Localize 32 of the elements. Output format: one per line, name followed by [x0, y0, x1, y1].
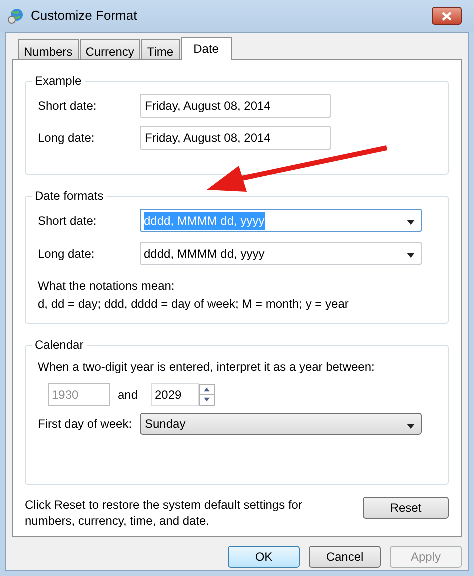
tab[interactable]: Numbers: [18, 39, 79, 59]
reset-note: Click Reset to restore the system default settings for numbers, currency, time, and date.: [25, 497, 304, 529]
notations-text: d, dd = day; ddd, dddd = day of week; M = month; y = year: [37, 296, 350, 313]
dialog-button[interactable]: Cancel: [309, 546, 381, 568]
format-combo[interactable]: dddd, MMMM dd, yyyy: [140, 242, 422, 265]
notations-title: What the notations mean:: [37, 278, 176, 295]
field-label: Short date:: [37, 212, 98, 230]
window-title: Customize Format: [31, 7, 138, 26]
field-label: Long date:: [37, 246, 96, 262]
close-icon: [442, 12, 452, 20]
year-spinner[interactable]: [199, 384, 215, 406]
year-to-field[interactable]: 2029: [151, 383, 199, 406]
field-label: Short date:: [37, 98, 98, 115]
field-label: Long date:: [37, 130, 96, 147]
example-field: Friday, August 08, 2014: [140, 94, 331, 118]
dropdown-caret-icon: [407, 220, 415, 225]
two-digit-year-text: When a two-digit year is entered, interpret it as a year between:: [37, 359, 376, 376]
spin-down-icon: [200, 394, 214, 404]
first-day-dropdown[interactable]: Sunday: [140, 413, 422, 435]
and-label: and: [118, 386, 140, 404]
group-title: Example: [32, 73, 85, 89]
tab[interactable]: Time: [141, 39, 180, 59]
dropdown-caret-icon: [407, 424, 415, 429]
reset-button[interactable]: Reset: [363, 497, 449, 519]
tab[interactable]: Currency: [80, 39, 140, 59]
dialog-button[interactable]: OK: [228, 546, 300, 568]
globe-clock-icon: [8, 8, 24, 24]
field-label: First day of week:: [37, 416, 134, 433]
tab[interactable]: Date: [180, 37, 232, 60]
dropdown-caret-icon: [407, 253, 415, 258]
example-field: Friday, August 08, 2014: [140, 126, 331, 150]
close-button[interactable]: [432, 7, 462, 25]
